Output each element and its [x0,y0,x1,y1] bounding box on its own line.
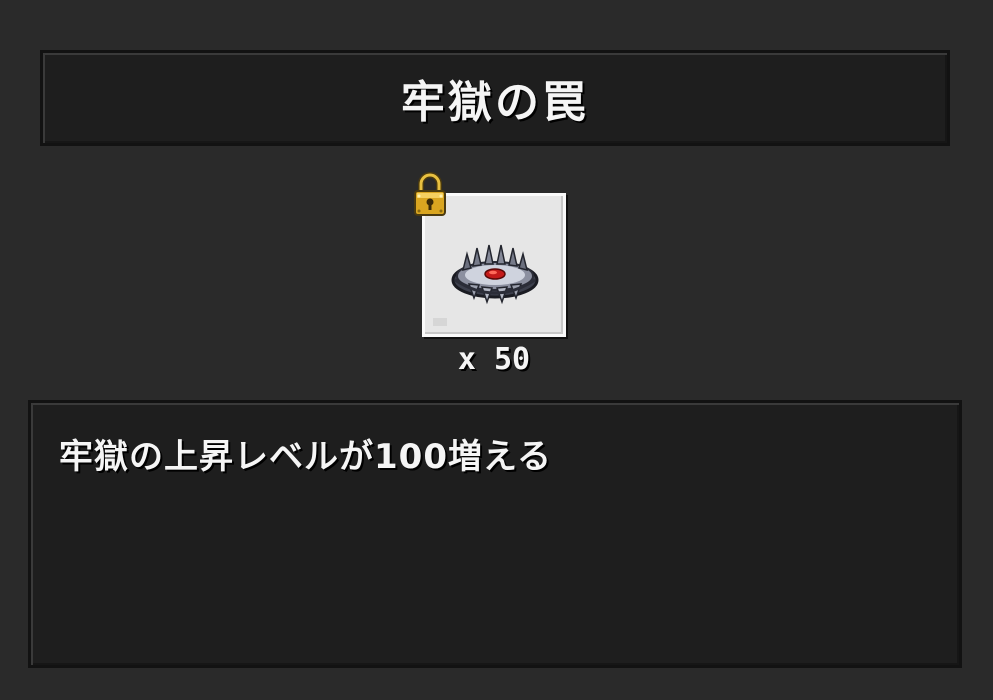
item-description: 牢獄の上昇レベルが100増える [59,437,552,477]
item-title: 牢獄の罠 [401,77,589,128]
item-description-panel: 牢獄の上昇レベルが100増える [28,400,962,668]
bear-trap-icon [451,244,539,305]
slot-corner-mark [433,318,447,326]
item-quantity: x 50 [457,342,531,377]
item-title-bar: 牢獄の罠 [40,50,950,146]
padlock-icon [414,172,446,216]
